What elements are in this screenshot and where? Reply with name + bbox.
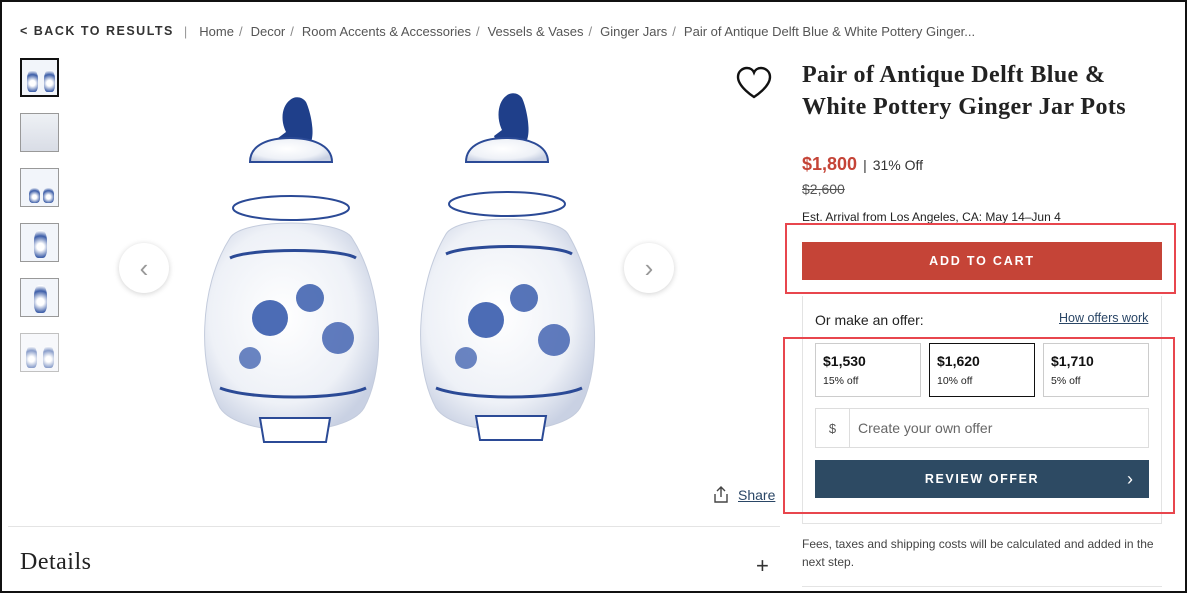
offer-discount: 15% off — [823, 375, 859, 387]
prev-image-button[interactable]: ‹ — [119, 243, 169, 293]
offer-discount: 10% off — [937, 375, 973, 387]
next-image-button[interactable]: › — [624, 243, 674, 293]
fees-divider — [802, 586, 1162, 587]
price-row: $1,800 | 31% Off — [802, 154, 923, 175]
share-label: Share — [738, 487, 776, 503]
custom-offer-field: $ — [815, 408, 1149, 448]
left-ginger-jar — [204, 97, 380, 443]
expand-details-icon[interactable]: + — [756, 553, 769, 579]
breadcrumb-slash: / — [238, 23, 243, 39]
original-price: $2,600 — [802, 181, 845, 197]
offer-discount: 5% off — [1051, 375, 1081, 387]
back-to-results-link[interactable]: < BACK TO RESULTS — [20, 24, 174, 38]
thumbnail-3[interactable] — [20, 168, 59, 207]
product-title: Pair of Antique Delft Blue & White Potte… — [802, 62, 1126, 120]
breadcrumb-slash: / — [290, 23, 294, 39]
breadcrumb-item-current: Pair of Antique Delft Blue & White Potte… — [683, 23, 976, 39]
discount-text: 31% Off — [872, 157, 924, 173]
breadcrumb-slash: / — [672, 23, 676, 39]
offer-option-5[interactable]: $1,710 5% off — [1043, 343, 1149, 397]
share-icon — [714, 486, 728, 503]
breadcrumb-item-vessels-vases[interactable]: Vessels & Vases — [488, 24, 584, 39]
how-offers-work-link[interactable]: How offers work — [1059, 311, 1148, 325]
details-divider — [8, 526, 780, 527]
price-separator: | — [863, 157, 867, 173]
fees-note: Fees, taxes and shipping costs will be c… — [802, 537, 1154, 569]
offer-amount: $1,710 — [1051, 353, 1094, 369]
offer-amount: $1,530 — [823, 353, 866, 369]
add-to-cart-button[interactable]: ADD TO CART — [802, 242, 1162, 280]
review-offer-button[interactable]: REVIEW OFFER › — [815, 460, 1149, 498]
offer-label: Or make an offer: — [815, 312, 924, 328]
breadcrumb-item-decor[interactable]: Decor — [251, 24, 286, 39]
thumbnail-2[interactable] — [20, 113, 59, 152]
chevron-left-icon: ‹ — [139, 252, 149, 283]
sale-price: $1,800 — [802, 154, 858, 174]
right-ginger-jar — [420, 93, 596, 441]
breadcrumb-separator: | — [183, 23, 188, 39]
thumbnail-4[interactable] — [20, 223, 59, 262]
offer-option-15[interactable]: $1,530 15% off — [815, 343, 921, 397]
details-heading[interactable]: Details — [20, 549, 91, 576]
thumbnail-5[interactable] — [20, 278, 59, 317]
heart-icon[interactable] — [735, 66, 773, 100]
chevron-right-icon: › — [644, 252, 654, 283]
currency-symbol: $ — [816, 409, 850, 447]
offer-amount: $1,620 — [937, 353, 980, 369]
thumbnail-strip — [20, 58, 59, 388]
ginger-jar-pair-image — [204, 93, 596, 443]
thumbnail-6[interactable] — [20, 333, 59, 372]
estimated-arrival: Est. Arrival from Los Angeles, CA: May 1… — [802, 210, 1061, 224]
thumbnail-1[interactable] — [20, 58, 59, 97]
breadcrumb-slash: / — [588, 23, 593, 39]
breadcrumb-item-room-accents[interactable]: Room Accents & Accessories — [302, 24, 471, 39]
offer-option-10[interactable]: $1,620 10% off — [929, 343, 1035, 397]
chevron-right-icon: › — [1127, 469, 1133, 489]
breadcrumb-item-ginger-jars[interactable]: Ginger Jars — [600, 24, 667, 39]
breadcrumb-item-home[interactable]: Home — [199, 24, 234, 39]
custom-offer-input[interactable] — [850, 420, 1148, 436]
product-image-gallery: ‹ › — [110, 58, 690, 498]
breadcrumb-slash: / — [475, 23, 480, 39]
review-offer-label: REVIEW OFFER — [924, 472, 1040, 486]
share-link[interactable]: Share — [712, 486, 775, 504]
breadcrumb: < BACK TO RESULTS | Home / Decor / Room … — [20, 23, 975, 39]
